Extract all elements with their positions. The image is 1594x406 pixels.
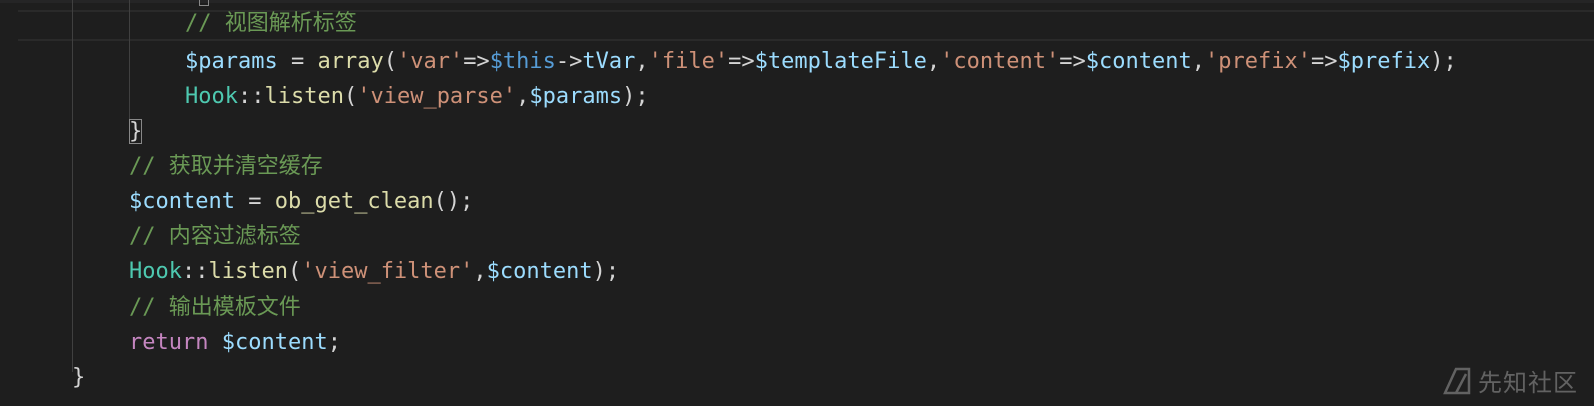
code-token-plain: , <box>473 259 487 284</box>
code-token-var: $content <box>1085 49 1192 74</box>
code-token-class: Hook <box>129 259 182 284</box>
code-token-plain: ); <box>622 84 649 109</box>
code-token-comment: // 内容过滤标签 <box>129 224 301 249</box>
code-token-plain: , <box>926 49 941 74</box>
xianzhi-logo-icon <box>1443 367 1471 394</box>
code-line[interactable]: Hook::listen('view_filter',$content); <box>129 254 619 289</box>
code-token-func: listen <box>208 259 288 284</box>
code-line[interactable]: $params = array('var'=>$this->tVar,'file… <box>185 44 1457 79</box>
watermark: 先知社区 <box>1442 363 1578 398</box>
code-token-plain: ); <box>592 259 620 284</box>
code-token-plain: } <box>72 365 86 390</box>
code-line[interactable]: } <box>129 114 143 149</box>
editor-top-border <box>0 0 1594 3</box>
code-token-plain: = <box>234 189 275 214</box>
code-token-func: array <box>317 49 384 74</box>
code-token-plain: , <box>635 49 649 74</box>
code-token-keyword: return <box>129 330 209 355</box>
code-token-func: ob_get_clean <box>274 189 434 214</box>
code-token-var: $content <box>221 330 328 355</box>
code-token-string: 'file' <box>648 49 729 74</box>
code-token-comment: // 输出模板文件 <box>129 295 301 320</box>
code-token-string: 'view_filter' <box>301 259 474 284</box>
code-token-plain: } <box>129 119 143 144</box>
code-token-var: $content <box>129 189 235 214</box>
code-token-plain: ; <box>327 330 341 355</box>
code-token-comment: // 视图解析标签 <box>185 11 357 36</box>
code-line[interactable]: // 获取并清空缓存 <box>129 149 323 184</box>
code-token-var: $templateFile <box>754 49 927 74</box>
code-token-var: $params <box>529 84 623 109</box>
code-token-plain: ); <box>1430 49 1457 74</box>
code-token-plain: = <box>277 49 318 74</box>
code-token-plain: :: <box>181 259 209 284</box>
code-token-plain: ( <box>287 259 302 284</box>
code-token-var: $prefix <box>1337 49 1431 74</box>
code-line[interactable]: return $content; <box>129 325 341 360</box>
code-token-string: 'prefix' <box>1205 49 1311 74</box>
code-token-plain: ( <box>383 49 397 74</box>
code-token-plain: => <box>463 49 490 74</box>
indent-guide <box>72 0 73 372</box>
watermark-text: 先知社区 <box>1478 369 1578 397</box>
code-token-this: $this <box>489 49 556 74</box>
code-line[interactable]: // 视图解析标签 <box>185 6 357 41</box>
code-token-plain: :: <box>237 84 265 109</box>
code-editor[interactable]: // 视图解析标签 $params = array('var'=>$this->t… <box>0 0 1594 406</box>
code-token-plain: => <box>1059 49 1086 74</box>
code-token-plain: -> <box>555 49 583 74</box>
code-token-plain: , <box>1191 49 1206 74</box>
code-token-string: 'view_parse' <box>357 84 517 109</box>
code-token-string: 'content' <box>940 49 1060 74</box>
code-token-plain: , <box>516 84 530 109</box>
code-line[interactable]: } <box>72 360 85 395</box>
code-token-plain: => <box>728 49 755 74</box>
code-token-plain: (); <box>433 189 474 214</box>
code-token-var: $params <box>185 49 278 74</box>
code-token-plain: => <box>1310 49 1338 74</box>
code-token-plain: ( <box>343 84 358 109</box>
code-token-class: Hook <box>185 84 238 109</box>
code-line[interactable]: // 内容过滤标签 <box>129 219 301 254</box>
code-token-var: $content <box>486 259 593 284</box>
code-token-func: listen <box>264 84 344 109</box>
code-line[interactable]: // 输出模板文件 <box>129 290 301 325</box>
code-line[interactable]: Hook::listen('view_parse',$params); <box>185 79 649 114</box>
code-token-comment: // 获取并清空缓存 <box>129 154 323 179</box>
indent-guide <box>129 0 130 120</box>
code-token-string: 'var' <box>396 49 464 74</box>
code-token-var: tVar <box>582 49 636 74</box>
code-line[interactable]: $content = ob_get_clean(); <box>129 184 473 219</box>
